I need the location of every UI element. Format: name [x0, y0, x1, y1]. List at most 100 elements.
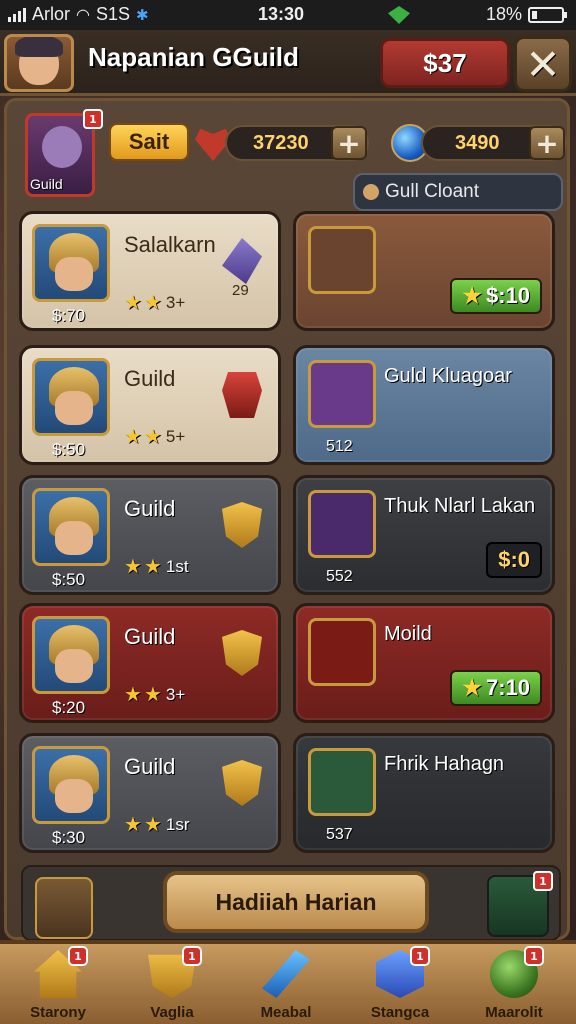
red-currency-button[interactable]: $37: [380, 38, 510, 88]
avatar-face: [15, 37, 63, 85]
blade-icon: [262, 950, 310, 998]
hero-card[interactable]: Guild ★ ★ 1sr $:30: [19, 733, 281, 853]
resource-1-value: 37230: [253, 131, 309, 154]
hero-price: $:20: [52, 698, 86, 717]
buy-button[interactable]: ★ 7:10: [450, 670, 542, 706]
hero-name: Guild: [124, 366, 176, 391]
buy-price: 7:10: [485, 675, 530, 700]
hero-card[interactable]: Guild ★ ★ 3+ $:20: [19, 603, 281, 723]
star-icon: ★: [143, 684, 162, 706]
daily-reward-button[interactable]: Hadiiah Harian: [163, 871, 429, 933]
add-resource-2-button[interactable]: +: [529, 126, 565, 160]
hero-name: Guild: [124, 496, 176, 521]
hero-stars-text: 3+: [165, 292, 186, 312]
shop-item-count: 512: [326, 438, 353, 455]
wifi-icon: ◠: [76, 6, 90, 24]
shop-item-name: Fhrik Hahagn: [384, 753, 505, 775]
shop-card[interactable]: ★ $:10: [293, 211, 555, 331]
nav-badge: 1: [182, 946, 202, 966]
shield-item-icon: [222, 760, 262, 806]
daily-reward-row: Hadiiah Harian 1: [21, 865, 561, 941]
battery-fill: [532, 10, 537, 19]
nav-label: Starony: [30, 1004, 86, 1021]
hero-card[interactable]: Guild ★ ★ 5+ $:50: [19, 345, 281, 465]
green-gem-icon: [388, 6, 410, 24]
hero-stars: ★ ★ 3+: [124, 290, 185, 315]
hero-stars-text: 1st: [165, 556, 189, 576]
resource-2-value: 3490: [455, 131, 500, 154]
plus-icon: +: [535, 126, 559, 160]
hero-portrait: [32, 358, 110, 436]
hero-stars-text: 3+: [165, 684, 186, 704]
hero-stars: ★ ★ 5+: [124, 424, 185, 449]
sait-button[interactable]: Sait: [109, 123, 189, 161]
guild-emblem-face: [42, 126, 82, 168]
nav-item[interactable]: Meabal: [236, 950, 336, 1024]
shop-card[interactable]: Guld Kluagoar 512: [293, 345, 555, 465]
hero-face: [55, 779, 93, 813]
hero-face: [55, 649, 93, 683]
hero-stars: ★ ★ 1sr: [124, 812, 190, 837]
guild-panel: Guild 1 Sait 37230 + 3490 + Gull Cloant …: [4, 98, 570, 941]
leaf-icon[interactable]: 1: [487, 871, 553, 937]
clock: 13:30: [258, 4, 305, 24]
guild-chat-button[interactable]: Gull Cloant: [353, 173, 563, 211]
hero-face: [55, 391, 93, 425]
portrait-label: Guild: [30, 176, 63, 192]
buy-button[interactable]: $:0: [486, 542, 542, 578]
hero-stars: ★ ★ 3+: [124, 682, 185, 707]
shop-card[interactable]: Thuk Nlarl Lakan 552 $:0: [293, 475, 555, 595]
nav-label: Vaglia: [150, 1004, 194, 1021]
hero-portrait: [32, 488, 110, 566]
hero-price: $:30: [52, 828, 86, 847]
guild-title: Napanian GGuild: [88, 42, 299, 72]
shop-item-icon: [308, 618, 376, 686]
hero-stars-text: 5+: [165, 426, 186, 446]
shield-item-icon: [222, 630, 262, 676]
star-icon: ★: [124, 292, 142, 314]
hero-price: $:50: [52, 570, 86, 589]
shop-item-name: Thuk Nlarl Lakan: [384, 495, 536, 517]
hero-portrait: [32, 746, 110, 824]
star-icon: ★: [143, 556, 162, 578]
nav-item[interactable]: 1 Starony: [8, 946, 108, 1024]
shop-item-name: Guld Kluagoar: [384, 365, 512, 387]
hammer-icon[interactable]: [35, 877, 93, 939]
hero-name: Guild: [124, 754, 176, 779]
hero-face: [55, 257, 93, 291]
star-icon: ★: [462, 675, 482, 700]
status-left: Arlor ◠ S1S ✱: [8, 4, 149, 25]
plus-icon: +: [337, 126, 361, 160]
hero-price: $:70: [52, 306, 86, 325]
shop-card[interactable]: Fhrik Hahagn 537: [293, 733, 555, 853]
guild-info-bar: Guild 1 Sait 37230 + 3490 + Gull Cloant: [21, 109, 569, 211]
red-item-icon: [222, 372, 262, 418]
hero-portrait: [32, 616, 110, 694]
nav-item[interactable]: 1 Maarolit: [464, 946, 564, 1024]
player-avatar[interactable]: [4, 34, 74, 92]
hero-stars-text: 1sr: [165, 814, 190, 834]
shop-item-icon: [308, 360, 376, 428]
star-icon: ★: [124, 556, 142, 578]
shop-item-icon: [308, 226, 376, 294]
nav-item[interactable]: 1 Stangca: [350, 946, 450, 1024]
nav-badge: 1: [68, 946, 88, 966]
hero-card[interactable]: Guild ★ ★ 1st $:50: [19, 475, 281, 595]
bottom-nav: 1 Starony 1 Vaglia Meabal 1 Stangca 1 Ma…: [0, 940, 576, 1024]
guild-chat-label: Gull Cloant: [385, 181, 479, 202]
bluetooth-icon: ✱: [136, 6, 149, 24]
portrait-badge: 1: [83, 109, 103, 129]
item-count: 29: [232, 282, 249, 299]
nav-badge: 1: [524, 946, 544, 966]
shop-item-icon: [308, 748, 376, 816]
buy-button[interactable]: ★ $:10: [450, 278, 542, 314]
close-button[interactable]: ✕: [514, 36, 572, 92]
nav-item[interactable]: 1 Vaglia: [122, 946, 222, 1024]
nav-label: Maarolit: [485, 1004, 543, 1021]
star-icon: ★: [124, 684, 142, 706]
add-resource-1-button[interactable]: +: [331, 126, 367, 160]
shop-card[interactable]: Moild ★ 7:10: [293, 603, 555, 723]
status-right: 18%: [486, 4, 567, 25]
star-icon: ★: [462, 283, 482, 308]
hero-card[interactable]: Salalkarn ★ ★ 3+ 29 $:70: [19, 211, 281, 331]
